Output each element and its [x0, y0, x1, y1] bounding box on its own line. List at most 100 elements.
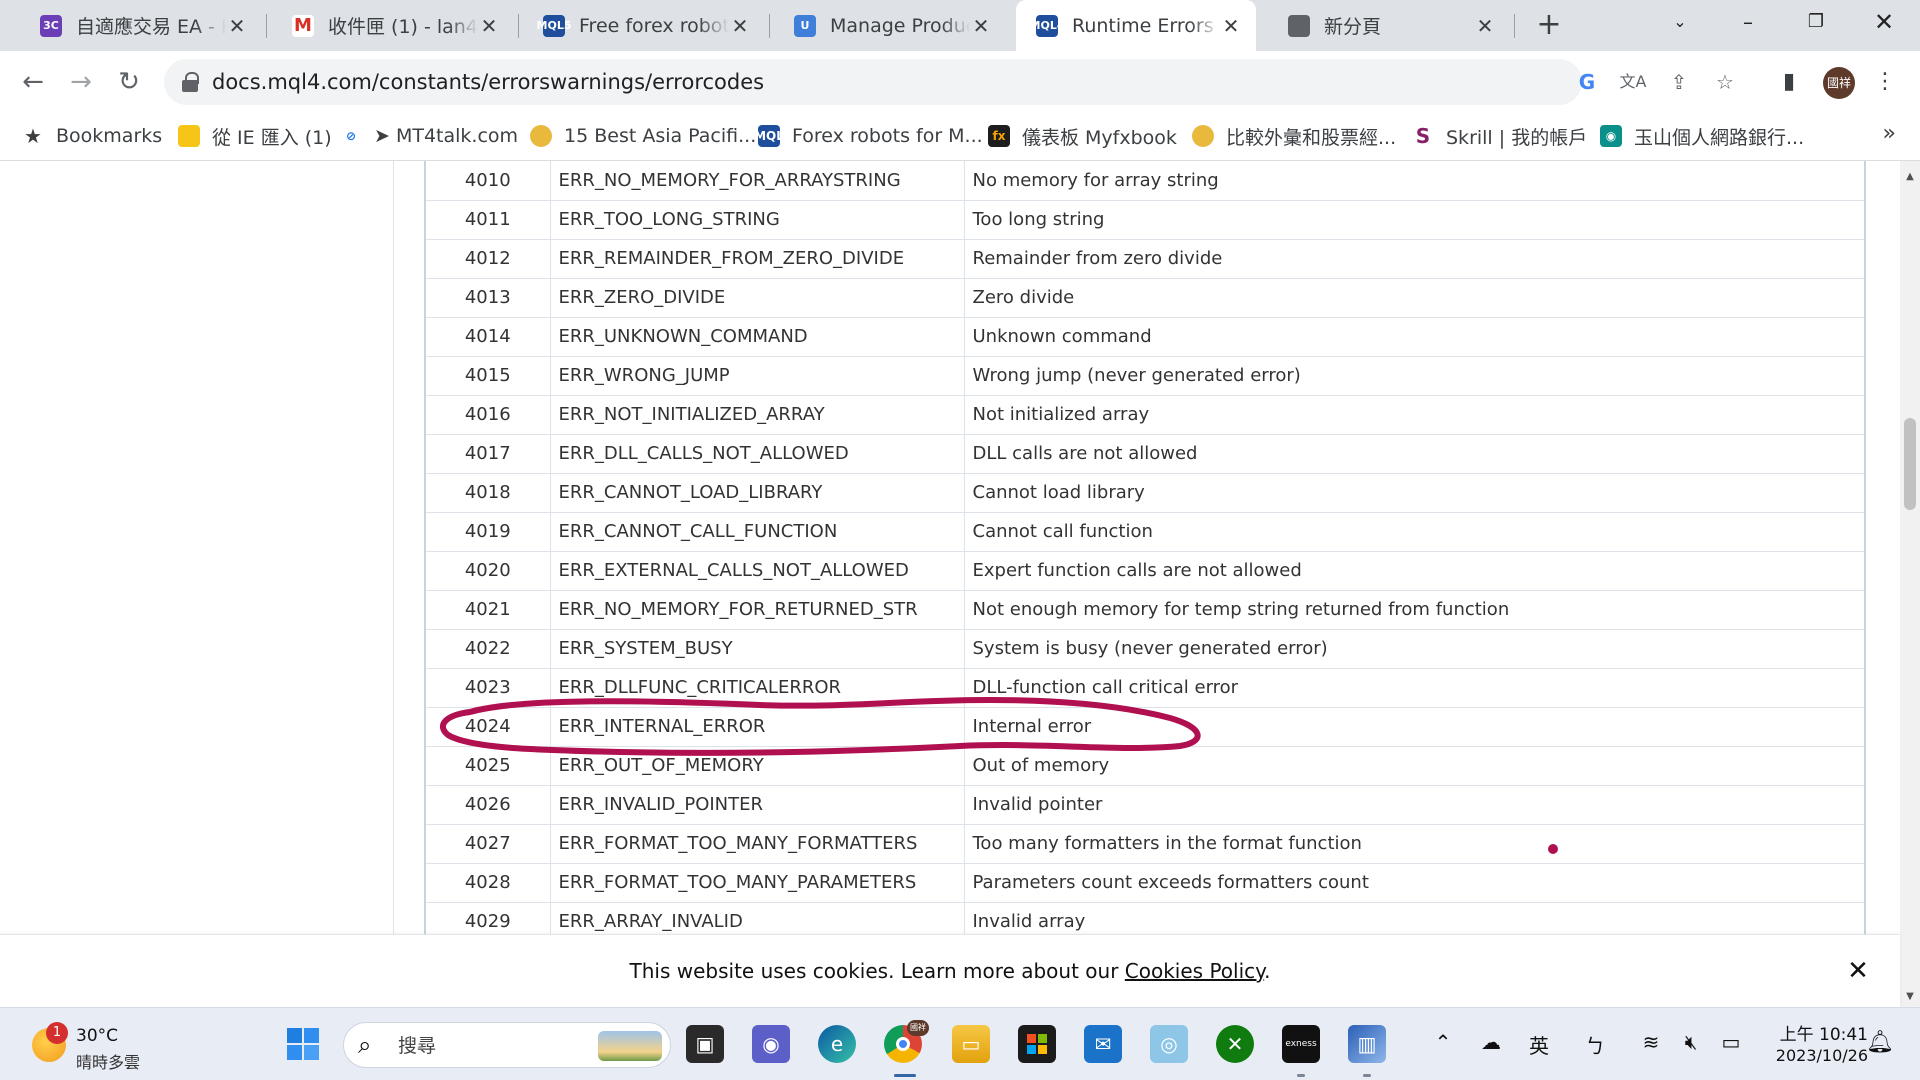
minimize-button[interactable]: – [1720, 0, 1776, 44]
wifi-icon[interactable]: ≋ [1636, 1030, 1666, 1054]
table-row: 4028 ERR_FORMAT_TOO_MANY_PARAMETERS Parame… [425, 863, 1865, 903]
browser-tab-1[interactable]: M 收件匣 (1) - lan45 ✕ [272, 0, 514, 51]
bookmark-item-7[interactable]: S Skrill | 我的帳戶 [1412, 113, 1587, 159]
tab-favicon-icon: 3C [40, 14, 62, 37]
url-text[interactable]: docs.mql4.com/constants/errorswarnings/e… [212, 59, 764, 105]
bookmark-item-8[interactable]: ◉ 玉山個人網路銀行... [1600, 113, 1804, 159]
notification-bell-icon[interactable]: 🔔︎ [1866, 1030, 1894, 1055]
error-constant-cell: ERR_INVALID_POINTER [550, 785, 965, 825]
error-description-cell: Not initialized array [964, 395, 1865, 435]
address-bar[interactable]: docs.mql4.com/constants/errorswarnings/e… [164, 59, 1734, 105]
tab-search-chevron-icon[interactable]: ⌄ [1652, 0, 1708, 44]
back-button[interactable]: ← [14, 63, 52, 101]
bookmark-item-0[interactable]: ★ Bookmarks [22, 113, 162, 159]
tab-close-icon[interactable]: ✕ [1474, 14, 1496, 38]
error-constant-cell: ERR_CANNOT_CALL_FUNCTION [550, 512, 965, 552]
error-code-cell: 4020 [425, 551, 551, 591]
table-row: 4019 ERR_CANNOT_CALL_FUNCTION Cannot call … [425, 512, 1865, 552]
google-icon[interactable]: G [1572, 67, 1602, 97]
app-icon[interactable]: ◎ [1150, 1025, 1188, 1063]
bookmark-item-1[interactable]: 從 IE 匯入 (1) [178, 113, 332, 159]
windows-start-icon[interactable] [284, 1025, 322, 1063]
chrome-center-icon [896, 1037, 910, 1051]
error-code-cell: 4019 [425, 512, 551, 552]
error-code-cell: 4024 [425, 707, 551, 747]
tab-favicon-icon: MQL5 [537, 14, 571, 37]
tab-close-icon[interactable]: ✕ [1220, 14, 1242, 38]
error-code-cell: 4012 [425, 239, 551, 279]
globe-icon [530, 125, 552, 147]
tab-close-icon[interactable]: ✕ [478, 14, 500, 38]
table-row: 4015 ERR_WRONG_JUMP Wrong jump (never gene… [425, 356, 1865, 396]
cookie-close-icon[interactable]: ✕ [1844, 957, 1872, 985]
browser-tab-0[interactable]: 3C 自適應交易 EA - E ✕ [20, 0, 262, 51]
scroll-thumb[interactable] [1904, 418, 1916, 510]
task-view-icon[interactable]: ▣ [686, 1025, 724, 1063]
xbox-icon[interactable]: ✕ [1216, 1025, 1254, 1063]
bookmark-item-2[interactable]: ⊘ ➤ MT4talk.com [340, 113, 518, 159]
tray-chevron-up-icon[interactable]: ⌃ [1428, 1030, 1458, 1054]
error-constant-cell: ERR_CANNOT_LOAD_LIBRARY [550, 473, 965, 513]
onedrive-cloud-icon[interactable]: ☁ [1476, 1030, 1506, 1054]
page-scrollbar[interactable]: ▲ ▼ [1900, 161, 1920, 1007]
table-row: 4017 ERR_DLL_CALLS_NOT_ALLOWED DLL calls a… [425, 434, 1865, 474]
new-tab-button[interactable]: + [1532, 9, 1566, 43]
browser-tab-5[interactable]: 新分頁 ✕ [1268, 0, 1510, 51]
cookies-policy-link[interactable]: Cookies Policy [1125, 959, 1264, 983]
table-row: 4029 ERR_ARRAY_INVALID Invalid array [425, 902, 1865, 934]
bookmark-label: 儀表板 Myfxbook [1022, 126, 1177, 149]
language-indicator[interactable]: 英 [1524, 1030, 1554, 1059]
table-row: 4018 ERR_CANNOT_LOAD_LIBRARY Cannot load l… [425, 473, 1865, 513]
profile-avatar[interactable]: 國祥 [1823, 67, 1855, 99]
error-description-cell: System is busy (never generated error) [964, 629, 1865, 669]
side-panel-icon[interactable]: ▮ [1772, 65, 1806, 99]
bookmark-item-6[interactable]: 比較外彙和股票經... [1192, 113, 1396, 159]
speaker-muted-icon[interactable]: 🔇︎ [1676, 1030, 1706, 1054]
lock-icon[interactable] [182, 72, 199, 92]
battery-icon[interactable]: ▭ [1716, 1030, 1746, 1054]
tab-close-icon[interactable]: ✕ [970, 14, 992, 38]
browser-tab-2[interactable]: MQL5 Free forex robots ✕ [523, 0, 765, 51]
bookmark-star-icon[interactable]: ☆ [1710, 67, 1740, 97]
weather-description: 晴時多雲 [76, 1053, 141, 1072]
metatrader-running-indicator [1363, 1074, 1371, 1077]
scroll-up-arrow-icon[interactable]: ▲ [1900, 167, 1920, 187]
tab-close-icon[interactable]: ✕ [729, 14, 751, 38]
reload-button[interactable]: ↻ [110, 63, 148, 101]
taskbar-search-box[interactable]: ⌕ 搜尋 [343, 1022, 671, 1068]
esun-icon: ◉ [1600, 125, 1622, 147]
bookmark-item-5[interactable]: fx 儀表板 Myfxbook [988, 113, 1177, 159]
scroll-down-arrow-icon[interactable]: ▼ [1900, 987, 1920, 1007]
browser-tab-3[interactable]: U Manage Product ✕ [774, 0, 1006, 51]
exness-terminal-icon[interactable]: exness [1282, 1025, 1320, 1063]
table-row: 4027 ERR_FORMAT_TOO_MANY_FORMATTERS Too ma… [425, 824, 1865, 864]
forward-button[interactable]: → [62, 63, 100, 101]
clock-time[interactable]: 上午 10:41 [1768, 1020, 1868, 1045]
ime-indicator[interactable]: ㄅ [1580, 1030, 1610, 1059]
error-constant-cell: ERR_FORMAT_TOO_MANY_FORMATTERS [550, 824, 965, 864]
browser-tab-4[interactable]: MQL4 Runtime Errors - ✕ [1016, 0, 1256, 51]
error-description-cell: Internal error [964, 707, 1865, 747]
error-description-cell: Out of memory [964, 746, 1865, 786]
error-description-cell: Expert function calls are not allowed [964, 551, 1865, 591]
error-constant-cell: ERR_TOO_LONG_STRING [550, 200, 965, 240]
share-icon[interactable]: ⇪ [1664, 67, 1694, 97]
error-description-cell: No memory for array string [964, 161, 1865, 201]
menu-kebab-icon[interactable]: ⋮ [1868, 65, 1902, 99]
metatrader-icon[interactable]: ▥ [1348, 1025, 1386, 1063]
mail-icon[interactable]: ✉ [1084, 1025, 1122, 1063]
table-row: 4013 ERR_ZERO_DIVIDE Zero divide [425, 278, 1865, 318]
teams-chat-icon[interactable]: ◉ [752, 1025, 790, 1063]
bookmarks-overflow-icon[interactable]: » [1883, 121, 1896, 146]
error-code-cell: 4025 [425, 746, 551, 786]
translate-icon[interactable]: 文A [1618, 67, 1648, 97]
microsoft-store-icon[interactable] [1018, 1025, 1056, 1063]
tab-close-icon[interactable]: ✕ [226, 14, 248, 38]
bookmark-item-3[interactable]: 15 Best Asia Pacifi... [530, 113, 756, 159]
edge-icon[interactable]: e [818, 1025, 856, 1063]
restore-button[interactable]: ❐ [1788, 0, 1844, 44]
clock-date[interactable]: 2023/10/26 [1758, 1046, 1868, 1065]
file-explorer-icon[interactable]: ▭ [952, 1025, 990, 1063]
bookmark-item-4[interactable]: MQL Forex robots for M... [754, 113, 983, 159]
close-window-button[interactable]: ✕ [1856, 0, 1912, 44]
